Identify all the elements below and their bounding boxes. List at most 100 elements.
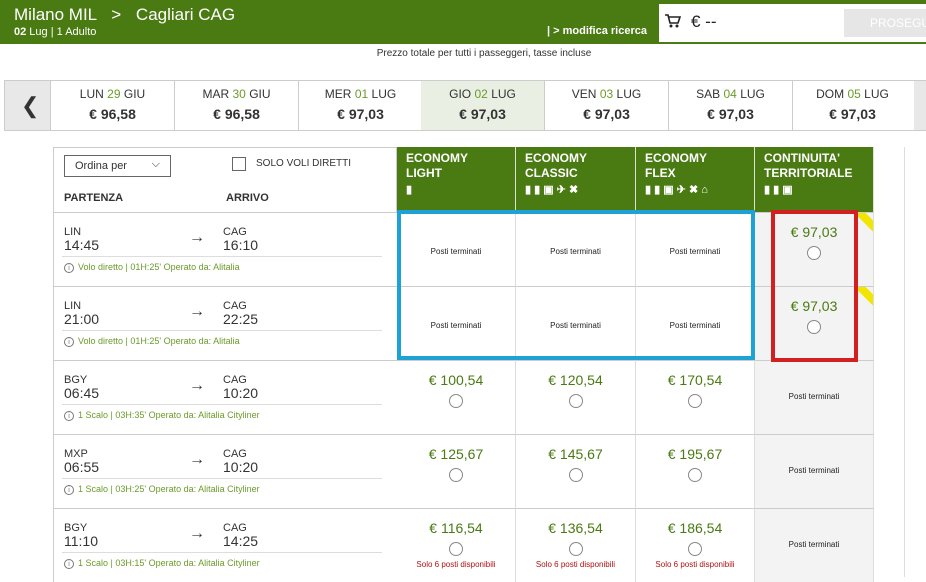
- fare-radio[interactable]: [688, 394, 702, 408]
- info-icon: i: [64, 337, 74, 347]
- date-price: € 96,58: [213, 106, 260, 122]
- date-tab[interactable]: DOM 05 LUG € 97,03: [791, 81, 915, 130]
- info-icon: i: [64, 559, 74, 569]
- fare-cell: Posti terminati: [755, 508, 874, 582]
- fare-name: CONTINUITA': [764, 151, 840, 165]
- date-tab[interactable]: SAB 04 LUG € 97,03: [669, 81, 793, 130]
- scrollbar[interactable]: [904, 147, 905, 577]
- fare-radio[interactable]: [688, 468, 702, 482]
- fare-radio[interactable]: [449, 394, 463, 408]
- chevron-left-icon: ❮: [21, 93, 40, 118]
- info-icon: i: [64, 263, 74, 273]
- fare-cell[interactable]: € 120,54: [516, 360, 636, 434]
- divider: [62, 256, 382, 257]
- day-number: 02: [474, 87, 488, 101]
- next-dates-button[interactable]: [914, 81, 926, 130]
- fare-price: € 195,67: [667, 446, 723, 462]
- flight-info: MXP 06:55 CAG 10:20 → i 1 Scalo | 03H:25' Oper…: [53, 434, 397, 508]
- day-number: 30: [232, 87, 246, 101]
- fare-features-icons: ▮ ▮ ▣ ✈ ✖: [525, 184, 579, 196]
- month: GIU: [123, 87, 146, 101]
- table-header-left: Ordina per ⌵ SOLO VOLI DIRETTI PARTENZA …: [53, 147, 397, 212]
- fare-name: ECONOMY: [525, 151, 588, 165]
- fare-price: € 120,54: [548, 372, 603, 388]
- date-price: € 96,58: [89, 106, 136, 122]
- fare-cell[interactable]: € 116,54 Solo 6 posti disponibili: [397, 508, 516, 582]
- date-tab[interactable]: LUN 29 GIU € 96,58: [51, 81, 175, 130]
- day-number: 03: [599, 87, 614, 101]
- search-date-pax: Lug | 1 Adulto: [26, 26, 97, 38]
- flight-row: MXP 06:55 CAG 10:20 → i 1 Scalo | 03H:25' Oper…: [53, 434, 902, 508]
- sort-select[interactable]: Ordina per ⌵: [64, 155, 171, 177]
- fare-name: ECONOMY: [406, 151, 469, 165]
- fare-cell[interactable]: € 125,67: [397, 434, 516, 508]
- flight-details-text: 1 Scalo | 03H:25' Operato da: Alitalia C…: [78, 484, 260, 494]
- sold-out-highlight-box: [397, 210, 755, 360]
- date-label: DOM 05 LUG: [791, 87, 914, 101]
- divider: [62, 404, 382, 405]
- search-date-day: 02: [14, 26, 27, 38]
- seats-left-warning: Solo 6 posti disponibili: [416, 560, 496, 569]
- day-number: 05: [847, 87, 861, 101]
- departure-time: 06:55: [64, 459, 100, 475]
- flight-row: BGY 06:45 CAG 10:20 → i 1 Scalo | 03H:35' Oper…: [53, 360, 902, 434]
- month: LUG: [371, 87, 397, 101]
- chevron-down-icon: ⌵: [151, 158, 160, 170]
- flight-details-link[interactable]: i Volo diretto | 01H:25' Operato da: Alit…: [64, 262, 240, 273]
- fare-name: LIGHT: [406, 166, 442, 180]
- flight-details-link[interactable]: i 1 Scalo | 03H:15' Operato da: Alitalia …: [64, 558, 260, 569]
- month: LUG: [864, 87, 889, 101]
- modify-search-link[interactable]: | > modifica ricerca: [547, 25, 647, 37]
- fare-radio[interactable]: [568, 394, 583, 408]
- divider: [62, 478, 382, 479]
- date-label: MER 01 LUG: [299, 87, 422, 101]
- date-label: MAR 30 GIU: [175, 87, 298, 101]
- departure-time: 21:00: [64, 311, 100, 327]
- continue-button[interactable]: PROSEGUI: [844, 9, 926, 37]
- fare-features-icons: ▮ ▮ ▣ ✈ ✖ ⌂: [645, 184, 708, 196]
- fare-radio[interactable]: [449, 468, 463, 482]
- date-tab[interactable]: GIO 02 LUG € 97,03: [421, 81, 545, 130]
- fare-name: CLASSIC: [525, 166, 578, 180]
- date-price: € 97,03: [707, 106, 754, 122]
- arrival-column-header: ARRIVO: [226, 192, 269, 204]
- fare-column-header: ECONOMY FLEX ▮ ▮ ▣ ✈ ✖ ⌂: [636, 147, 755, 212]
- fare-cell[interactable]: € 100,54: [397, 360, 516, 434]
- flight-details-link[interactable]: i Volo diretto | 01H:25' Operato da: Alit…: [64, 336, 240, 347]
- date-price: € 97,03: [829, 106, 876, 122]
- fare-radio[interactable]: [568, 542, 583, 556]
- month: LUG: [740, 87, 765, 101]
- weekday: GIO: [449, 87, 472, 101]
- fare-features-icons: ▮ ▮ ▣: [764, 184, 793, 196]
- direct-only-checkbox[interactable]: [232, 157, 246, 171]
- destination-label: Cagliari CAG: [135, 5, 236, 24]
- date-label: VEN 03 LUG: [545, 87, 668, 101]
- divider: [62, 552, 382, 553]
- flight-details-text: 1 Scalo | 03H:15' Operato da: Alitalia C…: [78, 558, 260, 568]
- fare-column-header: ECONOMY LIGHT ▮: [397, 147, 516, 212]
- date-tab[interactable]: MAR 30 GIU € 96,58: [175, 81, 299, 130]
- fare-cell: Posti terminati: [755, 360, 874, 434]
- fare-price: € 145,67: [548, 446, 603, 462]
- cart-box: € -- PROSEGUI: [659, 4, 926, 42]
- date-tab[interactable]: MER 01 LUG € 97,03: [299, 81, 423, 130]
- flight-details-link[interactable]: i 1 Scalo | 03H:35' Operato da: Alitalia …: [64, 410, 260, 421]
- fare-radio[interactable]: [449, 542, 463, 556]
- flight-details-link[interactable]: i 1 Scalo | 03H:25' Operato da: Alitalia …: [64, 484, 260, 495]
- fare-cell[interactable]: € 136,54 Solo 6 posti disponibili: [516, 508, 636, 582]
- date-tab[interactable]: VEN 03 LUG € 97,03: [545, 81, 669, 130]
- fare-radio[interactable]: [688, 542, 702, 556]
- chevron-right-icon: >: [111, 5, 122, 24]
- date-price: € 97,03: [337, 106, 384, 122]
- fare-cell[interactable]: € 186,54 Solo 6 posti disponibili: [636, 508, 755, 582]
- fare-radio[interactable]: [568, 468, 583, 482]
- fare-cell[interactable]: € 170,54: [636, 360, 755, 434]
- fare-cell[interactable]: € 195,67: [636, 434, 755, 508]
- flight-details-text: 1 Scalo | 03H:35' Operato da: Alitalia C…: [78, 410, 260, 420]
- arrival-time: 10:20: [223, 385, 259, 401]
- weekday: MER: [324, 87, 352, 101]
- top-bar: Milano MIL > Cagliari CAG 02 Lug | 1 Adu…: [0, 0, 926, 44]
- fare-cell[interactable]: € 145,67: [516, 434, 636, 508]
- prev-dates-button[interactable]: ❮: [5, 81, 51, 130]
- search-summary: 02 Lug | 1 Adulto: [14, 26, 96, 38]
